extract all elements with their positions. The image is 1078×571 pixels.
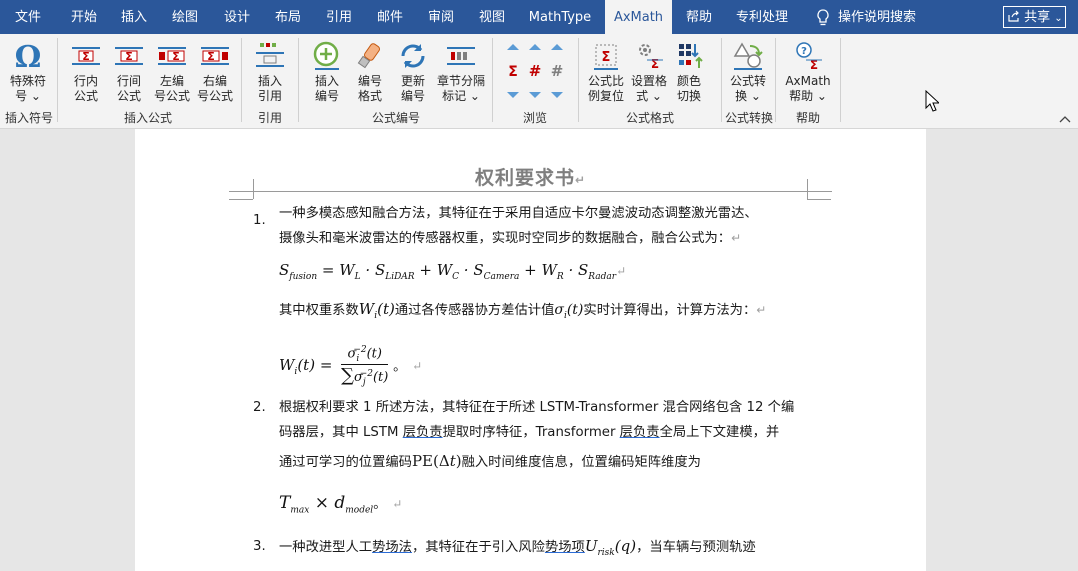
insert-reference-button[interactable]: 插入 引用: [248, 34, 292, 104]
claim-1-text: 一种多模态感知融合方法，其特征在于采用自适应卡尔曼滤波动态调整激光雷达、 摄像头…: [279, 206, 758, 246]
svg-text:Σ: Σ: [508, 64, 518, 80]
refresh-icon: [401, 44, 425, 68]
tab-design[interactable]: 设计: [215, 0, 259, 34]
chapter-separator-button[interactable]: 章节分隔 标记 ⌄: [434, 34, 488, 104]
insert-number-button[interactable]: 插入 编号: [305, 34, 349, 104]
format-brush-icon: [357, 43, 381, 69]
tab-file[interactable]: 文件: [6, 0, 50, 34]
svg-text:Σ: Σ: [125, 50, 133, 63]
claim-1-number: 1.: [253, 213, 266, 228]
inline-formula-icon: Σ: [72, 47, 100, 65]
dimension-formula: Tmax × dmodel。 ↵: [279, 493, 403, 516]
omega-icon: Ω: [15, 40, 42, 72]
prev-right-icon: [551, 44, 563, 50]
ratio-reset-icon: Σ: [594, 44, 618, 70]
claim-3-text: 一种改进型人工势场法，其特征在于引入风险势场项Urisk(q)，当车辆与预测轨迹: [279, 537, 756, 558]
right-numbered-formula-button[interactable]: Σ 右编 号公式: [193, 34, 237, 104]
svg-text:Σ: Σ: [651, 57, 659, 71]
tab-insert[interactable]: 插入: [112, 0, 156, 34]
formula-convert-button[interactable]: 公式转 换 ⌄: [726, 34, 770, 104]
display-formula-icon: Σ: [115, 47, 143, 65]
next-mid-icon: [529, 92, 541, 98]
number-format-button[interactable]: 编号 格式: [348, 34, 392, 104]
chapter-separator-icon: [447, 47, 475, 65]
tab-view[interactable]: 视图: [470, 0, 514, 34]
document-area[interactable]: 权利要求书↵ 1. 一种多模态感知融合方法，其特征在于采用自适应卡尔曼滤波动态调…: [0, 129, 1078, 571]
group-label-formula-number: 公式编号: [371, 111, 420, 125]
group-label-reference: 引用: [257, 111, 282, 125]
group-label-browse: 浏览: [522, 111, 547, 125]
fusion-formula: Sfusion = WL · SLiDAR + WC · SCamera + W…: [279, 261, 627, 282]
left-numbered-formula-button[interactable]: Σ 左编 号公式: [150, 34, 194, 104]
next-down-icon: [507, 92, 519, 98]
tab-references[interactable]: 引用: [317, 0, 361, 34]
header-rule: [229, 191, 832, 192]
left-numbered-formula-icon: Σ: [158, 47, 186, 65]
share-icon: [1008, 10, 1019, 22]
svg-text:?: ?: [801, 46, 807, 57]
weight-description: 其中权重系数Wi(t)通过各传感器协方差估计值σi(t)实时计算得出，计算方法为…: [279, 300, 767, 321]
group-label-insert-formula: 插入公式: [123, 111, 172, 125]
group-label-formula-convert: 公式转换: [724, 111, 773, 125]
tab-home[interactable]: 开始: [62, 0, 106, 34]
display-formula-button[interactable]: Σ 行间 公式: [107, 34, 151, 104]
svg-text:Σ: Σ: [82, 50, 90, 63]
svg-text:Σ: Σ: [602, 50, 611, 65]
svg-text:Ω: Ω: [15, 40, 42, 72]
ribbon-tab-bar: 文件 开始 插入 绘图 设计 布局 引用 邮件 审阅 视图 MathType A…: [0, 0, 1078, 34]
inline-formula-button[interactable]: Σ 行内 公式: [64, 34, 108, 104]
weight-formula: Wi(t) = σi−2(t) ∑σj−2(t) 。 ↵: [279, 345, 423, 388]
claim-3-number: 3.: [253, 539, 266, 554]
tab-mailings[interactable]: 邮件: [368, 0, 412, 34]
ribbon-panel: Ω 特殊符 号 ⌄ Σ 行内 公式 Σ 行间 公式 Σ 左编 号公式 Σ 右编 …: [0, 34, 1078, 129]
share-label: 共享: [1024, 10, 1051, 25]
tab-mathtype[interactable]: MathType: [522, 0, 598, 34]
browse-buttons[interactable]: Σ # #: [503, 40, 567, 104]
color-switch-icon: [679, 44, 703, 68]
svg-text:Σ: Σ: [172, 50, 180, 63]
share-button[interactable]: 共享 ⌄: [1003, 6, 1066, 28]
group-label-insert-symbol: 插入符号: [4, 111, 53, 125]
prev-mid-icon: [529, 44, 541, 50]
claim-2-number: 2.: [253, 400, 266, 415]
tab-draw[interactable]: 绘图: [163, 0, 207, 34]
collapse-ribbon-icon[interactable]: [1059, 114, 1071, 124]
formula-ratio-reset-button[interactable]: Σ 公式比 例复位: [584, 34, 628, 104]
update-number-button[interactable]: 更新 编号: [391, 34, 435, 104]
convert-icon: [733, 42, 763, 70]
axmath-help-button[interactable]: ? Σ AxMath 帮助 ⌄: [782, 34, 834, 104]
right-numbered-formula-icon: Σ: [201, 47, 229, 65]
tab-layout[interactable]: 布局: [266, 0, 310, 34]
document-title: 权利要求书↵: [474, 167, 587, 189]
mouse-pointer-icon: [925, 90, 939, 112]
color-switch-button[interactable]: 颜色 切换: [667, 34, 711, 104]
prev-up-icon: [507, 44, 519, 50]
group-label-formula-format: 公式格式: [625, 111, 674, 125]
help-icon: ?Σ: [796, 42, 822, 72]
lightbulb-icon: [817, 9, 829, 26]
chevron-down-icon: ⌄: [1054, 13, 1063, 24]
svg-text:#: #: [551, 62, 564, 80]
tab-patent[interactable]: 专利处理: [730, 0, 794, 34]
special-symbol-button[interactable]: Ω 特殊符 号 ⌄: [4, 34, 52, 104]
add-circle-icon: [313, 41, 339, 70]
set-format-button[interactable]: Σ 设置格 式 ⌄: [627, 34, 671, 104]
tab-review[interactable]: 审阅: [419, 0, 463, 34]
tell-me-search[interactable]: 操作说明搜索: [838, 0, 922, 34]
insert-reference-icon: [256, 43, 284, 67]
next-right-icon: [551, 92, 563, 98]
svg-text:Σ: Σ: [207, 50, 215, 63]
svg-text:#: #: [529, 62, 542, 80]
group-label-help: 帮助: [795, 111, 820, 125]
tab-help[interactable]: 帮助: [677, 0, 721, 34]
tab-axmath[interactable]: AxMath: [605, 0, 672, 34]
gear-icon: Σ: [639, 44, 663, 71]
claim-2-text: 根据权利要求 1 所述方法，其特征在于所述 LSTM-Transformer 混…: [279, 400, 795, 470]
document-page[interactable]: 权利要求书↵ 1. 一种多模态感知融合方法，其特征在于采用自适应卡尔曼滤波动态调…: [135, 129, 926, 571]
